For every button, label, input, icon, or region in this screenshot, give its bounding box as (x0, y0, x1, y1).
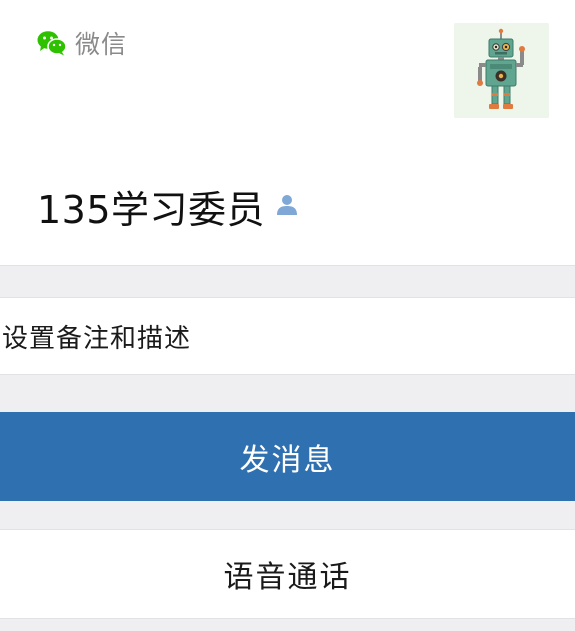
set-remark-row[interactable]: 设置备注和描述 (0, 297, 575, 375)
send-message-button[interactable]: 发消息 (0, 412, 575, 501)
robot-avatar-image (454, 23, 549, 118)
person-icon (277, 195, 298, 215)
voice-call-button[interactable]: 语音通话 (0, 529, 575, 619)
contact-name: 135学习委员 (37, 187, 266, 232)
source-label: 微信 (75, 30, 128, 59)
set-remark-label: 设置备注和描述 (2, 323, 192, 354)
name-row: 135学习委员 (37, 178, 299, 234)
wechat-icon (37, 31, 67, 56)
voice-call-label: 语音通话 (223, 560, 352, 595)
profile-card: 微信 135学习委员 (0, 0, 575, 266)
source-row: 微信 (37, 26, 127, 60)
avatar[interactable] (454, 23, 549, 118)
contact-profile-page: 微信 135学习委员 设置备注和描述 发消息 语音通话 (0, 0, 575, 631)
send-message-label: 发消息 (239, 442, 336, 478)
